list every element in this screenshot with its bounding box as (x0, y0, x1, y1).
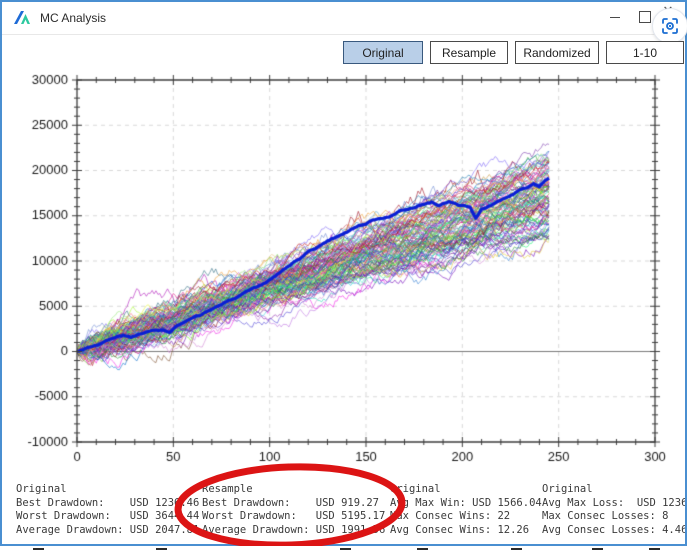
tab-original[interactable]: Original (343, 41, 423, 64)
mc-chart-canvas (2, 62, 687, 474)
tab-randomized[interactable]: Randomized (515, 41, 599, 64)
window-title: MC Analysis (40, 11, 106, 25)
tab-resample[interactable]: Resample (430, 41, 508, 64)
minimize-button[interactable] (600, 2, 630, 32)
minimize-icon (610, 17, 620, 18)
tab-1-10[interactable]: 1-10 (606, 41, 684, 64)
stats-original-drawdown: Original Best Drawdown: USD 1236.46 Wors… (16, 483, 199, 537)
screen-capture-badge[interactable] (652, 8, 687, 44)
app-logo-icon (13, 9, 33, 27)
capture-viewfinder-icon (661, 17, 679, 35)
stats-original-losses: Original Avg Max Loss: USD 1236 Max Cons… (542, 483, 685, 537)
mc-analysis-window: MC Analysis ✕ Original Resample Randomiz… (0, 0, 687, 546)
stats-resample-drawdown: Resample Best Drawdown: USD 919.27 Worst… (202, 483, 385, 537)
maximize-icon (639, 11, 651, 23)
stats-original-wins: Original Avg Max Win: USD 1566.04 Max Co… (390, 483, 542, 537)
title-bar: MC Analysis ✕ (2, 2, 685, 35)
clipped-text-strip (0, 546, 687, 550)
